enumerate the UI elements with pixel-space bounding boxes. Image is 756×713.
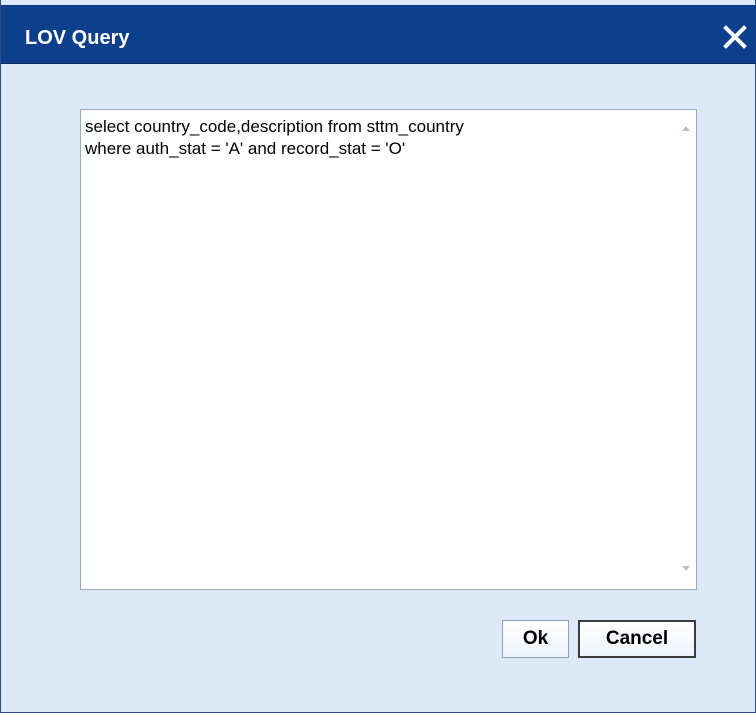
scroll-up-arrow-icon[interactable] <box>676 118 696 138</box>
dialog-title-bar[interactable]: LOV Query <box>1 5 756 64</box>
query-scrollbar[interactable] <box>676 110 696 589</box>
dialog-title: LOV Query <box>25 27 130 49</box>
query-text[interactable]: select country_code,description from stt… <box>85 116 661 160</box>
ok-button[interactable]: Ok <box>502 620 569 658</box>
close-icon <box>723 25 753 49</box>
query-textarea[interactable]: select country_code,description from stt… <box>80 109 697 590</box>
close-button[interactable] <box>723 25 753 51</box>
lov-query-dialog: LOV Query select country_code,descriptio… <box>0 0 756 713</box>
cancel-button[interactable]: Cancel <box>578 620 696 658</box>
scroll-down-arrow-icon[interactable] <box>676 559 696 579</box>
